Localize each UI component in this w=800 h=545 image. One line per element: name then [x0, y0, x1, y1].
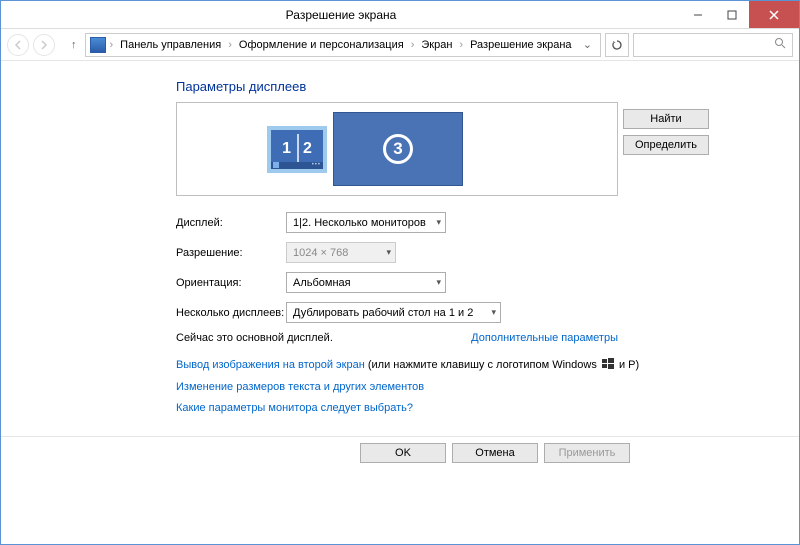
- resolution-select: 1024 × 768▾: [286, 242, 396, 263]
- taskbar-icon: •••: [271, 162, 323, 169]
- chevron-right-icon: ›: [226, 39, 234, 51]
- text-size-link[interactable]: Изменение размеров текста и других элеме…: [176, 381, 424, 393]
- project-line: Вывод изображения на второй экран (или н…: [176, 358, 799, 372]
- breadcrumb-3[interactable]: Разрешение экрана: [467, 38, 574, 52]
- display-preview[interactable]: 1 2 ••• 3 Найти Определить: [176, 102, 618, 196]
- chevron-down-icon: ▾: [386, 247, 391, 258]
- window-controls: [681, 1, 799, 28]
- chevron-down-icon: ▾: [491, 307, 496, 318]
- orientation-label: Ориентация:: [176, 277, 286, 289]
- settings-form: Дисплей: 1|2. Несколько мониторов▾ Разре…: [176, 212, 618, 323]
- breadcrumb-root[interactable]: Панель управления: [117, 38, 224, 52]
- identify-button[interactable]: Определить: [623, 135, 709, 155]
- which-settings-link[interactable]: Какие параметры монитора следует выбрать…: [176, 402, 413, 414]
- forward-button[interactable]: [33, 34, 55, 56]
- primary-display-status: Сейчас это основной дисплей.: [176, 332, 333, 344]
- refresh-button[interactable]: [605, 33, 629, 57]
- apply-button: Применить: [544, 443, 630, 463]
- chevron-down-icon[interactable]: ⌄: [583, 38, 596, 51]
- multi-display-select[interactable]: Дублировать рабочий стол на 1 и 2▾: [286, 302, 501, 323]
- breadcrumb[interactable]: › Панель управления › Оформление и персо…: [85, 33, 602, 57]
- detect-button[interactable]: Найти: [623, 109, 709, 129]
- up-button[interactable]: ↑: [67, 39, 81, 51]
- orientation-select[interactable]: Альбомная▾: [286, 272, 446, 293]
- resolution-label: Разрешение:: [176, 247, 286, 259]
- display-label: Дисплей:: [176, 217, 286, 229]
- close-button[interactable]: [749, 1, 799, 28]
- dialog-buttons: OK Отмена Применить: [360, 443, 630, 463]
- display-select[interactable]: 1|2. Несколько мониторов▾: [286, 212, 446, 233]
- chevron-right-icon: ›: [457, 39, 465, 51]
- maximize-button[interactable]: [715, 1, 749, 28]
- content-area: Параметры дисплеев 1 2 ••• 3 Найти Опред…: [1, 61, 799, 414]
- nav-bar: ↑ › Панель управления › Оформление и пер…: [1, 29, 799, 61]
- ok-button[interactable]: OK: [360, 443, 446, 463]
- breadcrumb-1[interactable]: Оформление и персонализация: [236, 38, 407, 52]
- chevron-down-icon: ▾: [436, 277, 441, 288]
- breadcrumb-2[interactable]: Экран: [418, 38, 455, 52]
- monitor-thumb-3[interactable]: 3: [333, 112, 463, 186]
- footer-separator: [1, 436, 799, 437]
- monitor-number-2: 2: [303, 140, 312, 158]
- minimize-button[interactable]: [681, 1, 715, 28]
- multi-display-label: Несколько дисплеев:: [176, 307, 286, 319]
- monitor-number-3: 3: [383, 134, 413, 164]
- monitor-number-1: 1: [282, 140, 291, 158]
- back-button[interactable]: [7, 34, 29, 56]
- chevron-down-icon: ▾: [436, 217, 441, 228]
- search-icon: [774, 37, 786, 52]
- title-bar: Разрешение экрана: [1, 1, 799, 29]
- chevron-right-icon: ›: [409, 39, 417, 51]
- window-title: Разрешение экрана: [1, 8, 681, 22]
- page-heading: Параметры дисплеев: [176, 79, 799, 94]
- monitor-thumb-1-2[interactable]: 1 2 •••: [267, 126, 327, 173]
- search-input[interactable]: [633, 33, 793, 57]
- windows-key-icon: [600, 358, 616, 372]
- control-panel-icon: [90, 37, 106, 53]
- project-second-screen-link[interactable]: Вывод изображения на второй экран: [176, 359, 365, 371]
- cancel-button[interactable]: Отмена: [452, 443, 538, 463]
- advanced-settings-link[interactable]: Дополнительные параметры: [471, 332, 618, 344]
- chevron-right-icon: ›: [108, 39, 116, 51]
